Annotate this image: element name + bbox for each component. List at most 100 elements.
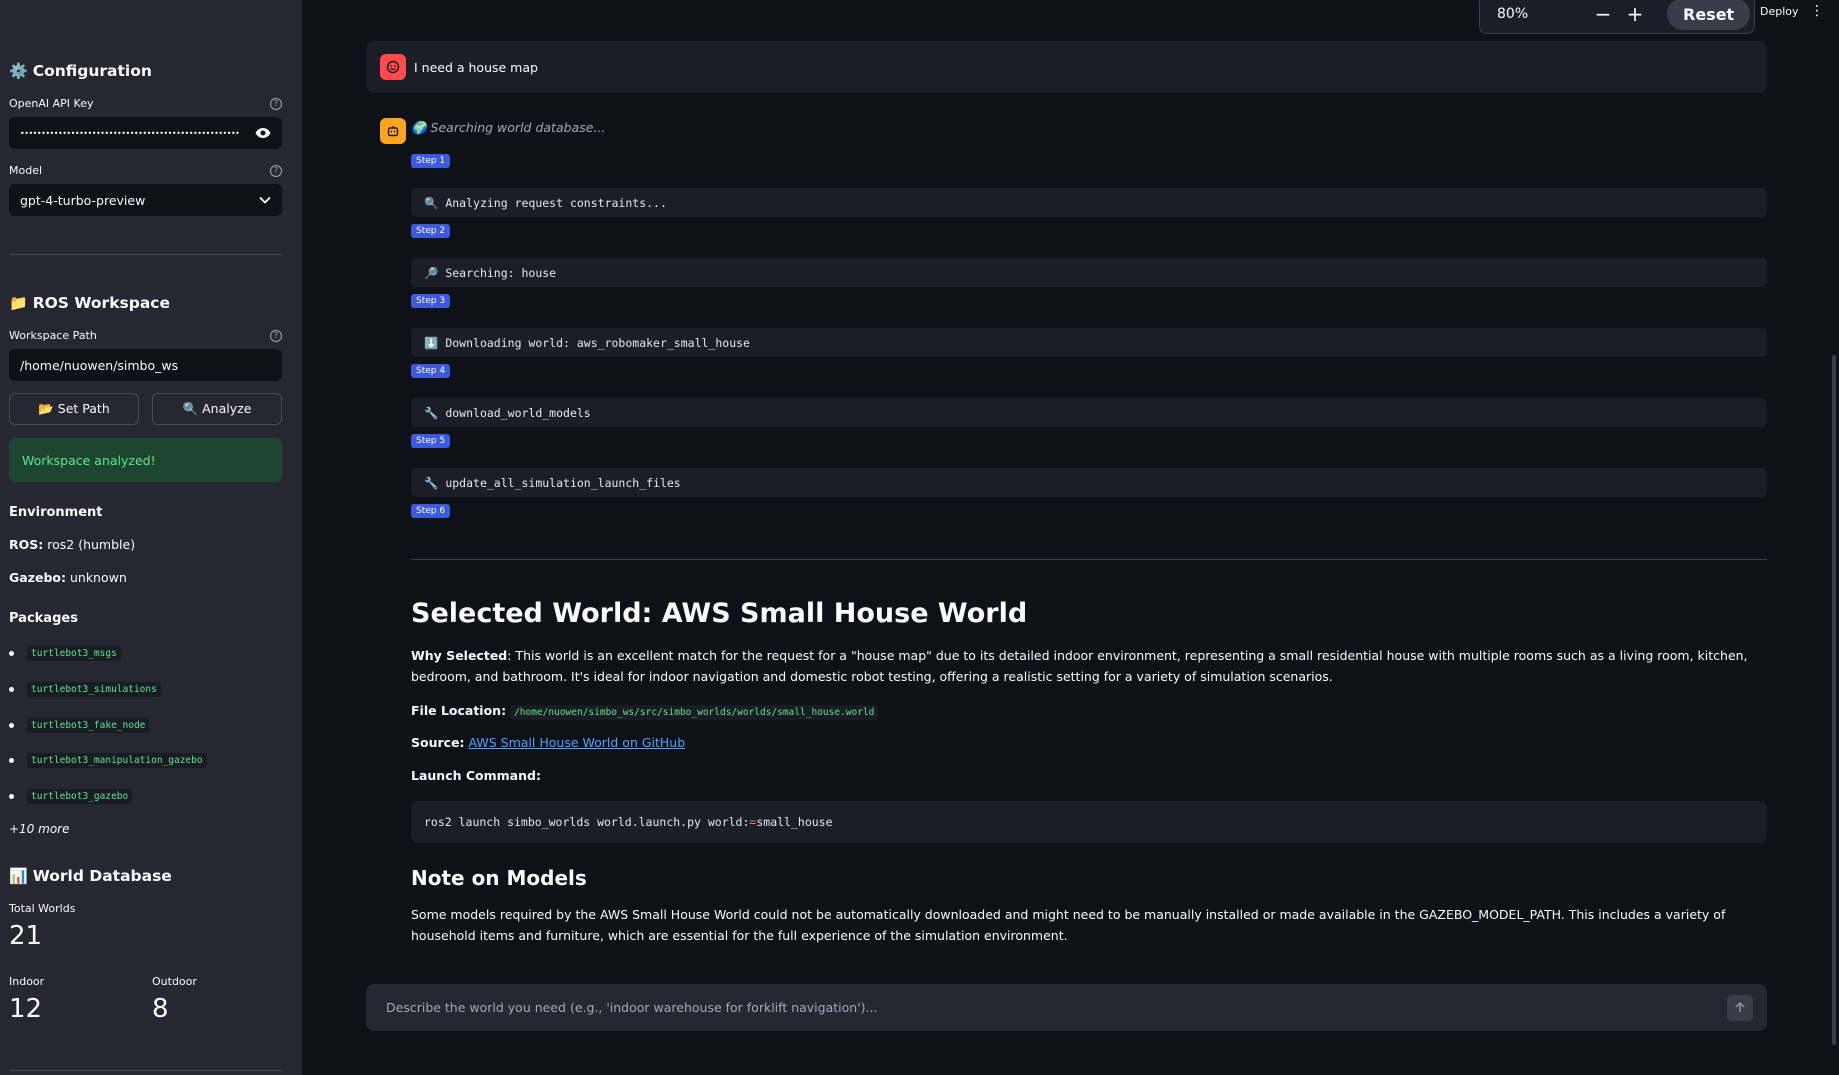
launch-command-equals: = <box>749 815 757 829</box>
ros-workspace-title: ROS Workspace <box>32 294 170 312</box>
api-key-label-text: OpenAI API Key <box>9 97 94 110</box>
ros-key: ROS: <box>9 537 44 552</box>
zoom-out-button[interactable]: − <box>1587 2 1619 26</box>
step-text: Analyzing request constraints... <box>445 195 667 210</box>
arrow-up-icon <box>1735 1002 1745 1012</box>
sidebar-divider <box>9 254 282 255</box>
user-avatar <box>380 54 406 80</box>
workspace-path-label: Workspace Path ? <box>9 329 282 342</box>
source-label: Source: <box>411 735 465 750</box>
wrench-icon: 🔧 <box>424 405 439 420</box>
model-select[interactable]: gpt-4-turbo-preview <box>9 184 282 216</box>
zoom-in-button[interactable]: + <box>1619 2 1651 26</box>
step-text: Searching: house <box>445 265 557 280</box>
package-name: turtlebot3_simulations <box>27 682 161 697</box>
list-item: turtlebot3_gazebo <box>9 789 133 804</box>
why-selected: Why Selected: This world is an excellent… <box>411 645 1767 687</box>
workspace-path-value: /home/nuowen/simbo_ws <box>20 357 179 373</box>
packages-heading: Packages <box>9 611 78 626</box>
help-icon[interactable]: ? <box>270 164 282 177</box>
sidebar-divider <box>9 1070 282 1071</box>
help-icon[interactable]: ? <box>270 97 282 110</box>
section-divider <box>411 559 1767 560</box>
set-path-button[interactable]: 📂 Set Path <box>9 393 139 425</box>
api-key-value: ••••••••••••••••••••••••••••••••••••••••… <box>20 128 240 138</box>
chat-input[interactable]: Describe the world you need (e.g., 'indo… <box>366 984 1767 1031</box>
magnifier-right-icon: 🔎 <box>424 265 439 280</box>
api-key-input[interactable]: ••••••••••••••••••••••••••••••••••••••••… <box>9 117 282 149</box>
configuration-title: Configuration <box>32 62 152 80</box>
chart-icon: 📊 <box>9 867 28 885</box>
package-name: turtlebot3_fake_node <box>27 718 150 733</box>
ros-value: ros2 (humble) <box>47 537 136 552</box>
launch-command-label-text: Launch Command <box>411 768 536 783</box>
eye-icon[interactable] <box>255 127 271 139</box>
why-selected-text: : This world is an excellent match for t… <box>411 648 1748 684</box>
step-output: ⬇️ Downloading world: aws_robomaker_smal… <box>411 328 1767 357</box>
list-item: turtlebot3_fake_node <box>9 718 150 733</box>
total-worlds-label: Total Worlds <box>9 902 76 915</box>
gazebo-value: unknown <box>69 570 127 585</box>
chat-input-placeholder: Describe the world you need (e.g., 'indo… <box>386 1000 878 1015</box>
note-text: Some models required by the AWS Small Ho… <box>411 907 1726 943</box>
world-database-title: World Database <box>32 867 172 885</box>
deploy-button[interactable]: Deploy <box>1760 5 1799 18</box>
package-name: turtlebot3_manipulation_gazebo <box>27 753 207 768</box>
total-worlds-value: 21 <box>9 921 43 951</box>
robot-icon <box>387 126 399 137</box>
list-item: turtlebot3_msgs <box>9 646 121 661</box>
step-output: 🔍 Analyzing request constraints... <box>411 188 1767 217</box>
package-name: turtlebot3_gazebo <box>27 789 133 804</box>
workspace-path-input[interactable]: /home/nuowen/simbo_ws <box>9 349 282 381</box>
indoor-value: 12 <box>9 994 43 1024</box>
outdoor-label: Outdoor <box>152 975 197 988</box>
launch-command-label: Launch Command: <box>411 768 541 783</box>
reset-button[interactable]: Reset <box>1667 0 1751 30</box>
configuration-heading: ⚙️ Configuration <box>9 62 152 80</box>
file-path: /home/nuowen/simbo_ws/src/simbo_worlds/w… <box>510 705 879 720</box>
list-item: turtlebot3_simulations <box>9 682 161 697</box>
launch-command-a: ros2 launch simbo_worlds world.launch.py… <box>424 815 750 829</box>
smiley-icon <box>386 60 400 74</box>
scrollbar[interactable] <box>1832 355 1836 1045</box>
api-key-label: OpenAI API Key ? <box>9 97 282 110</box>
gazebo-info: Gazebo: unknown <box>9 570 127 585</box>
user-message: I need a house map <box>366 41 1767 93</box>
analyze-button[interactable]: 🔍 Analyze <box>152 393 282 425</box>
outdoor-value: 8 <box>152 994 169 1024</box>
step-badge: Step 2 <box>411 224 451 238</box>
main-content: I need a house map 🌍 Searching world dat… <box>302 0 1839 1075</box>
package-name: turtlebot3_msgs <box>27 646 121 661</box>
step-output: 🔎 Searching: house <box>411 258 1767 287</box>
download-icon: ⬇️ <box>424 335 439 350</box>
gear-icon: ⚙️ <box>9 62 28 80</box>
zoom-level: 80% <box>1497 6 1529 22</box>
kebab-menu-icon[interactable]: ⋮ <box>1810 3 1824 19</box>
step-badge: Step 5 <box>411 434 451 448</box>
send-button[interactable] <box>1727 994 1753 1021</box>
chevron-down-icon <box>259 196 271 204</box>
step-output: 🔧 download_world_models <box>411 398 1767 427</box>
model-value: gpt-4-turbo-preview <box>20 192 146 208</box>
sidebar: ⚙️ Configuration OpenAI API Key ? ••••••… <box>0 0 302 1075</box>
note-title: Note on Models <box>411 866 587 890</box>
world-database-heading: 📊 World Database <box>9 867 172 885</box>
user-message-text: I need a house map <box>414 59 538 75</box>
ros-info: ROS: ros2 (humble) <box>9 537 135 552</box>
source: Source: AWS Small House World on GitHub <box>411 732 1767 753</box>
why-selected-label: Why Selected <box>411 648 508 663</box>
file-location-label: File Location: <box>411 703 507 718</box>
success-alert: Workspace analyzed! <box>9 438 282 482</box>
wrench-icon: 🔧 <box>424 475 439 490</box>
selected-world-title: Selected World: AWS Small House World <box>411 598 1028 629</box>
environment-heading: Environment <box>9 505 103 520</box>
source-link[interactable]: AWS Small House World on GitHub <box>469 735 686 750</box>
folder-icon: 📁 <box>9 294 28 312</box>
search-status: 🌍 Searching world database... <box>411 120 606 135</box>
assistant-avatar <box>380 118 406 144</box>
ros-workspace-heading: 📁 ROS Workspace <box>9 294 170 312</box>
gazebo-key: Gazebo: <box>9 570 66 585</box>
help-icon[interactable]: ? <box>270 329 282 342</box>
launch-command-b: small_house <box>756 815 833 829</box>
more-packages: +10 more <box>9 822 70 836</box>
